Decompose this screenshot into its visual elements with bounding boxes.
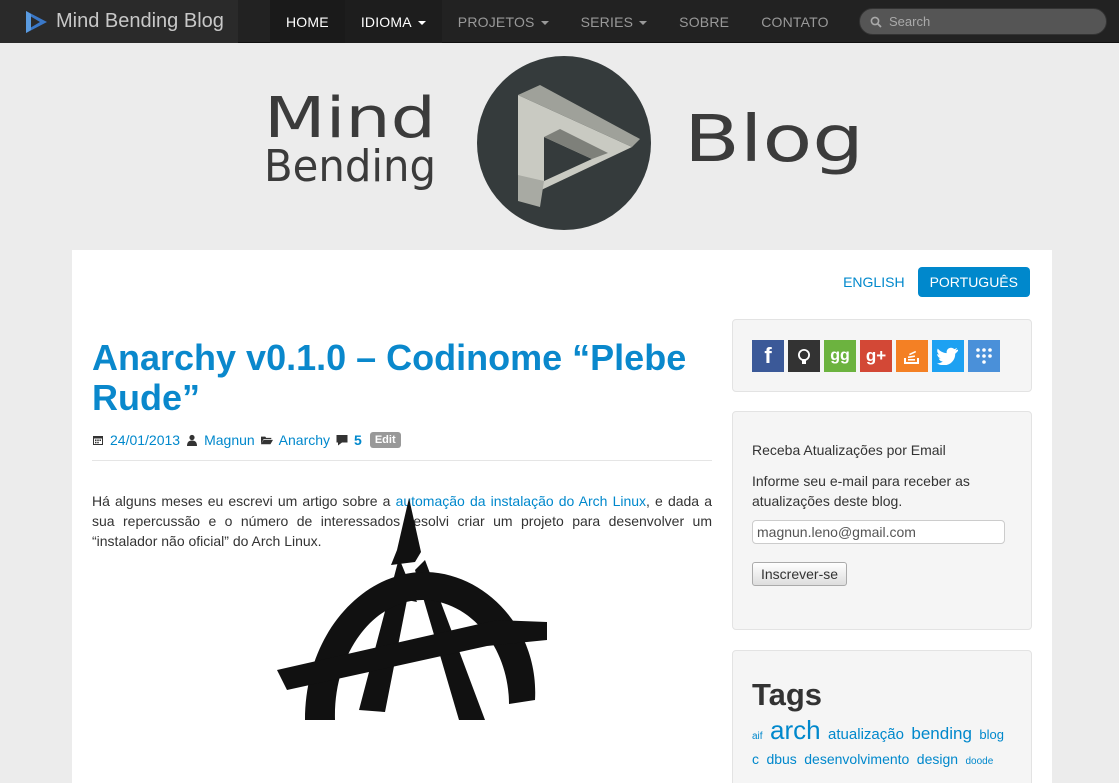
folder-open-icon	[260, 436, 273, 445]
goodreads-icon[interactable]: gg	[824, 339, 856, 372]
post-comment-count[interactable]: 5	[354, 432, 362, 448]
twitter-icon[interactable]	[932, 339, 964, 372]
social-links-widget: f gg g+	[732, 319, 1032, 392]
nav-projetos[interactable]: PROJETOS	[442, 0, 565, 43]
email-field[interactable]	[752, 520, 1005, 544]
post-title[interactable]: Anarchy v0.1.0 – Codinome “Plebe Rude”	[92, 338, 712, 418]
nav-series[interactable]: SERIES	[565, 0, 664, 43]
tag-link[interactable]: design	[917, 751, 958, 767]
nav-idioma-label: IDIOMA	[360, 13, 412, 30]
nav-idioma[interactable]: IDIOMA	[344, 0, 442, 43]
nav-home[interactable]: HOME	[270, 0, 345, 43]
post-category[interactable]: Anarchy	[279, 432, 330, 448]
github-icon[interactable]	[788, 339, 820, 372]
more-icon[interactable]	[968, 339, 1000, 372]
tag-link[interactable]: c	[752, 751, 759, 767]
tag-cloud: aif arch atualização bending blog c dbus…	[752, 717, 1020, 773]
tag-link[interactable]: atualização	[828, 726, 904, 743]
chevron-down-icon	[417, 20, 426, 25]
brand-logo-icon	[26, 10, 47, 33]
tag-link[interactable]: bending	[911, 724, 972, 743]
main-nav: HOME IDIOMA PROJETOS SERIES SOBRE CONTAT…	[270, 0, 845, 43]
chevron-down-icon	[540, 20, 549, 25]
nav-sobre[interactable]: SOBRE	[663, 0, 745, 43]
facebook-icon[interactable]: f	[752, 339, 784, 372]
search-input[interactable]	[889, 14, 1089, 29]
tag-link[interactable]: doode	[966, 756, 994, 767]
tag-link[interactable]: blog	[979, 727, 1004, 742]
newsletter-description: Informe seu e-mail para receber as atual…	[752, 473, 970, 509]
nav-contato[interactable]: CONTATO	[745, 0, 845, 43]
search-box	[859, 8, 1107, 35]
newsletter-widget: Receba Atualizações por Email Informe se…	[732, 411, 1032, 630]
google-plus-icon[interactable]: g+	[860, 339, 892, 372]
tags-title: Tags	[752, 677, 823, 712]
user-icon	[187, 434, 198, 446]
edit-post-button[interactable]: Edit	[369, 432, 401, 448]
site-logo[interactable]: Mind Bending Blog	[260, 55, 870, 240]
search-icon	[870, 16, 882, 28]
tag-link[interactable]: desenvolvimento	[804, 751, 909, 767]
newsletter-title: Receba Atualizações por Email	[752, 442, 946, 458]
chevron-down-icon	[639, 20, 648, 25]
brand-link[interactable]: Mind Bending Blog	[0, 0, 238, 43]
tag-link[interactable]: aif	[752, 731, 763, 742]
brand-name: Mind Bending Blog	[56, 10, 224, 32]
tag-link[interactable]: dbus	[766, 751, 796, 767]
comment-icon	[336, 435, 348, 446]
tag-link[interactable]: arch	[770, 715, 821, 745]
logo-word-blog: Blog	[684, 103, 864, 177]
nav-projetos-label: PROJETOS	[457, 13, 535, 30]
language-switcher: ENGLISH PORTUGUÊS	[830, 267, 1030, 297]
content-panel: ENGLISH PORTUGUÊS Anarchy v0.1.0 – Codin…	[72, 250, 1052, 783]
calendar-icon	[93, 436, 103, 445]
nav-series-label: SERIES	[580, 13, 634, 30]
logo-word-bending: Bending	[264, 141, 436, 192]
top-navbar: Mind Bending Blog HOME IDIOMA PROJETOS S…	[0, 0, 1119, 43]
post-meta: 24/01/2013 Magnun Anarchy 5 Edit	[92, 432, 712, 461]
post-date[interactable]: 24/01/2013	[110, 432, 180, 448]
stackoverflow-icon[interactable]	[896, 339, 928, 372]
tags-widget: Tags aif arch atualização bending blog c…	[732, 650, 1032, 783]
post-author[interactable]: Magnun	[204, 432, 255, 448]
lang-english-link[interactable]: ENGLISH	[830, 267, 917, 297]
lang-portuguese-button[interactable]: PORTUGUÊS	[917, 267, 1030, 297]
anarchy-symbol-image	[277, 498, 547, 720]
subscribe-button[interactable]: Inscrever-se	[752, 562, 848, 586]
